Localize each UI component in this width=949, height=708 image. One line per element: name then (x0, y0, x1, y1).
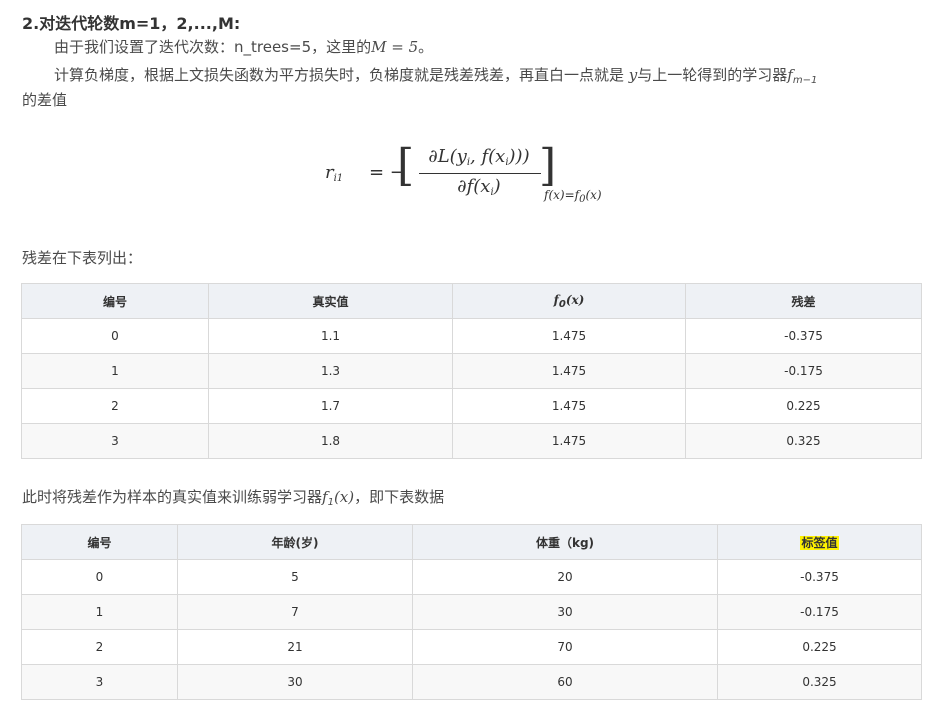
p1-prefix: 由于我们设置了迭代次数：n_trees=5，这里的 (54, 38, 372, 56)
header-residual: 残差 (685, 283, 922, 319)
highlighted-label: 标签值 (800, 535, 839, 550)
paragraph-gradient: 计算负梯度，根据上文损失函数为平方损失时，负梯度就是残差残差，再直白一点就是 y… (54, 64, 817, 86)
header-weight: 体重（kg) (412, 524, 718, 560)
p4-suffix: ，即下表数据 (354, 488, 445, 506)
table-row: 3 30 60 0.325 (21, 664, 922, 700)
paragraph-gradient-line2: 的差值 (22, 91, 68, 109)
paragraph-train-weak-learner: 此时将残差作为样本的真实值来训练弱学习器f1(x)，即下表数据 (22, 486, 444, 508)
formula-numerator: ∂L(yi, f(xi))) (428, 146, 530, 168)
formula-right-bracket: ] (539, 140, 557, 191)
p1-suffix: 。 (418, 38, 434, 56)
table-row: 1 7 30 -0.175 (21, 594, 922, 630)
residual-table: 编号 真实值 f0(x) 残差 0 1.1 1.475 -0.375 1 1.3 1.47… (21, 283, 922, 459)
p2-prefix: 计算负梯度，根据上文损失函数为平方损失时，负梯度就是残差残差，再直白一点就是 (54, 66, 629, 84)
formula-lhs: ri1 (325, 162, 344, 184)
table-header-row: 编号 真实值 f0(x) 残差 (21, 283, 922, 319)
header-age: 年龄(岁) (177, 524, 413, 560)
header-f0: f0(x) (452, 283, 686, 319)
header-true-value: 真实值 (208, 283, 453, 319)
p4-arg: (x) (333, 488, 355, 506)
table-row: 0 5 20 -0.375 (21, 559, 922, 595)
paragraph-iterations: 由于我们设置了迭代次数：n_trees=5，这里的M = 5。 (54, 36, 433, 57)
formula-fraction-bar (419, 173, 541, 174)
table-row: 1 1.3 1.475 -0.175 (21, 353, 922, 389)
p4-prefix: 此时将残差作为样本的真实值来训练弱学习器 (22, 488, 323, 506)
training-table: 编号 年龄(岁) 体重（kg) 标签值 0 5 20 -0.375 1 7 30 -0.17… (21, 524, 922, 700)
p2-middle: 与上一轮得到的学习器 (637, 66, 788, 84)
section-heading: 2.对迭代轮数m=1，2,...,M: (22, 14, 241, 33)
formula-denominator: ∂f(xi) (457, 176, 501, 198)
formula-condition: f(x)=f0(x) (544, 188, 602, 205)
p1-math: M = 5 (371, 38, 419, 56)
paragraph-residual-list: 残差在下表列出： (22, 249, 143, 267)
table-row: 0 1.1 1.475 -0.375 (21, 318, 922, 354)
table-row: 3 1.8 1.475 0.325 (21, 423, 922, 459)
header-id: 编号 (21, 524, 178, 560)
residual-formula: ri1 = − [ ∂L(yi, f(xi))) ∂f(xi) ] f(x)=f… (325, 140, 645, 212)
table-row: 2 1.7 1.475 0.225 (21, 388, 922, 424)
header-label: 标签值 (717, 524, 922, 560)
table-row: 2 21 70 0.225 (21, 629, 922, 665)
p2-var-y: y (628, 66, 638, 84)
header-id: 编号 (21, 283, 209, 319)
table-header-row: 编号 年龄(岁) 体重（kg) 标签值 (21, 524, 922, 560)
formula-left-bracket: [ (397, 140, 415, 191)
p2-sub-f: m−1 (792, 75, 818, 86)
